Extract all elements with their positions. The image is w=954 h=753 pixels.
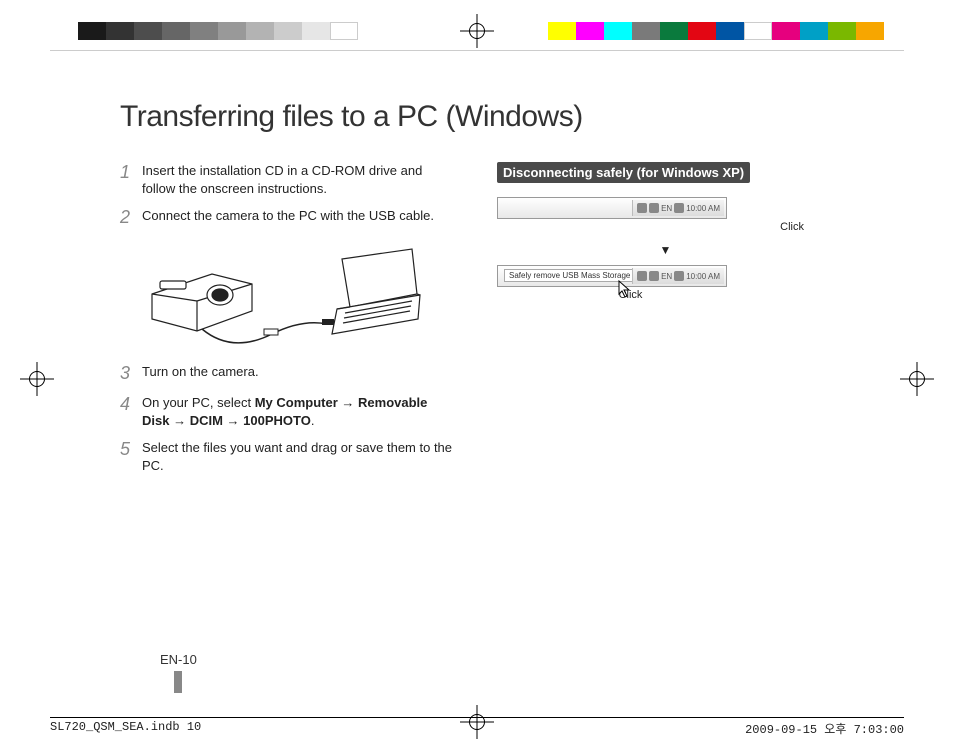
registration-mark-top bbox=[460, 14, 494, 48]
tray-lang: EN bbox=[661, 272, 672, 281]
colorbar-color bbox=[548, 22, 884, 40]
registration-mark-right bbox=[900, 362, 934, 396]
step-text: Connect the camera to the PC with the US… bbox=[142, 207, 434, 229]
arrow-icon: → bbox=[338, 395, 358, 410]
camera-laptop-illustration bbox=[142, 239, 422, 349]
page-number-block: EN-10 bbox=[160, 652, 197, 693]
tray-icon bbox=[649, 203, 659, 213]
step-5: 5 Select the files you want and drag or … bbox=[120, 439, 457, 474]
step-text: Select the files you want and drag or sa… bbox=[142, 439, 457, 474]
right-column: Disconnecting safely (for Windows XP) EN… bbox=[497, 162, 834, 484]
tray-time: 10:00 AM bbox=[686, 204, 720, 213]
page-number-bar bbox=[174, 671, 182, 693]
tray-icon bbox=[637, 271, 647, 281]
page-number: EN-10 bbox=[160, 652, 197, 667]
step-text: On your PC, select My Computer → Removab… bbox=[142, 394, 457, 429]
click-label-1: Click bbox=[497, 221, 804, 233]
step-number: 5 bbox=[120, 439, 142, 474]
top-rule bbox=[50, 50, 904, 51]
step-1: 1 Insert the installation CD in a CD-ROM… bbox=[120, 162, 457, 197]
step-number: 2 bbox=[120, 207, 142, 229]
tray-time: 10:00 AM bbox=[686, 272, 720, 281]
step-text: Insert the installation CD in a CD-ROM d… bbox=[142, 162, 457, 197]
cursor-icon bbox=[618, 280, 632, 298]
step4-suffix: . bbox=[311, 413, 315, 428]
step-text: Turn on the camera. bbox=[142, 363, 259, 385]
step-4: 4 On your PC, select My Computer → Remov… bbox=[120, 394, 457, 429]
registration-mark-left bbox=[20, 362, 54, 396]
step4-prefix: On your PC, select bbox=[142, 395, 255, 410]
tray-lang: EN bbox=[661, 204, 672, 213]
footer-filename: SL720_QSM_SEA.indb 10 bbox=[50, 720, 201, 737]
tray-icon bbox=[649, 271, 659, 281]
step-2: 2 Connect the camera to the PC with the … bbox=[120, 207, 457, 229]
step-number: 4 bbox=[120, 394, 142, 429]
step-3: 3 Turn on the camera. bbox=[120, 363, 457, 385]
tray-icon bbox=[674, 271, 684, 281]
taskbar-screenshot-1: EN 10:00 AM bbox=[497, 197, 727, 219]
disconnect-heading: Disconnecting safely (for Windows XP) bbox=[497, 162, 750, 183]
taskbar-screenshot-2: Safely remove USB Mass Storage Device - … bbox=[497, 265, 727, 287]
footer-timestamp: 2009-09-15 오후 7:03:00 bbox=[745, 720, 904, 737]
print-footer: SL720_QSM_SEA.indb 10 2009-09-15 오후 7:03… bbox=[50, 717, 904, 737]
left-column: 1 Insert the installation CD in a CD-ROM… bbox=[120, 162, 457, 484]
arrow-icon: → bbox=[169, 413, 189, 428]
step4-path-3: DCIM bbox=[190, 413, 223, 428]
tray-icon bbox=[674, 203, 684, 213]
page-title: Transferring files to a PC (Windows) bbox=[120, 100, 834, 134]
page-content: Transferring files to a PC (Windows) 1 I… bbox=[50, 60, 904, 693]
down-arrow-icon: ▼ bbox=[497, 243, 834, 257]
colorbar-gray bbox=[78, 22, 358, 40]
tray-icon bbox=[637, 203, 647, 213]
step4-path-1: My Computer bbox=[255, 395, 338, 410]
system-tray: EN 10:00 AM bbox=[632, 268, 724, 284]
step-number: 3 bbox=[120, 363, 142, 385]
step4-path-4: 100PHOTO bbox=[243, 413, 311, 428]
system-tray: EN 10:00 AM bbox=[632, 200, 724, 216]
arrow-icon: → bbox=[223, 413, 243, 428]
step-number: 1 bbox=[120, 162, 142, 197]
